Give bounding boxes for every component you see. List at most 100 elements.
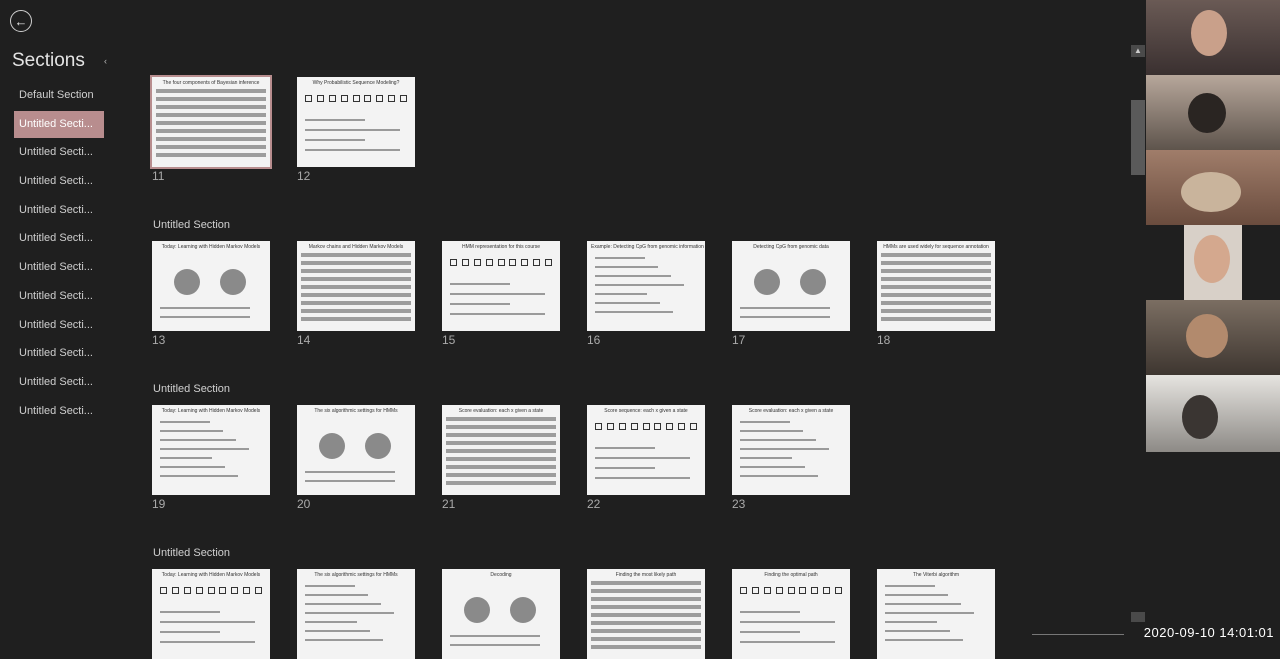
section-list-item[interactable]: Untitled Secti...: [14, 340, 104, 367]
recording-timestamp: 2020-09-10 14:01:01: [1143, 625, 1274, 640]
slide-text-line: [740, 316, 830, 318]
participant-video[interactable]: [1146, 75, 1280, 150]
slide-text-line: [740, 457, 792, 459]
slide-text-line: [740, 475, 818, 477]
slide-text-line: [595, 257, 645, 259]
slide-diagram-circle: [365, 433, 391, 459]
slide-text-line: [160, 421, 210, 423]
slide-diagram-circle: [510, 597, 536, 623]
slide-thumbnail[interactable]: HMMs are used widely for sequence annota…: [877, 241, 995, 331]
diagram-node: [255, 587, 262, 594]
section-list-item[interactable]: Untitled Secti...: [14, 312, 104, 339]
slide-text-line: [160, 316, 250, 318]
participant-video[interactable]: [1146, 300, 1280, 375]
slide-text-block: [881, 253, 991, 257]
zoom-fit-icon[interactable]: [1131, 612, 1145, 622]
slide-thumbnail[interactable]: Example: Detecting CpG from genomic info…: [587, 241, 705, 331]
slide-text-line: [160, 475, 238, 477]
slide-text-block: [881, 301, 991, 305]
back-button[interactable]: ←: [10, 10, 32, 32]
slide-thumbnail[interactable]: Why Probabilistic Sequence Modeling?: [297, 77, 415, 167]
section-list-item[interactable]: Untitled Secti...: [14, 369, 104, 396]
diagram-node: [799, 587, 807, 594]
slide-text-block: [446, 473, 556, 477]
slide-text-line: [595, 311, 673, 313]
slide-thumbnail[interactable]: Today: Learning with Hidden Markov Model…: [152, 405, 270, 495]
section-list-item[interactable]: Untitled Secti...: [14, 225, 104, 252]
slide-thumbnail[interactable]: The six algorithmic settings for HMMs: [297, 405, 415, 495]
slide-thumbnail[interactable]: Today: Learning with Hidden Markov Model…: [152, 241, 270, 331]
section-header[interactable]: Untitled Section: [153, 547, 230, 559]
participant-video[interactable]: [1146, 150, 1280, 225]
slide-thumbnail[interactable]: The Viterbi algorithm: [877, 569, 995, 659]
slide-thumbnail-title: The six algorithmic settings for HMMs: [314, 408, 398, 414]
slide-text-block: [881, 269, 991, 273]
section-list-item[interactable]: Untitled Secti...: [14, 283, 104, 310]
collapse-panel-icon[interactable]: ‹: [104, 56, 107, 66]
participant-video[interactable]: [1146, 375, 1280, 452]
slide-text-line: [305, 129, 400, 131]
section-header[interactable]: Untitled Section: [153, 219, 230, 231]
slide-thumbnail[interactable]: Today: Learning with Hidden Markov Model…: [152, 569, 270, 659]
diagram-node: [461, 259, 469, 266]
diagram-node: [751, 587, 759, 594]
slide-text-line: [595, 266, 658, 268]
slide-thumbnail[interactable]: Detecting CpG from genomic data: [732, 241, 850, 331]
slide-text-block: [156, 145, 266, 149]
section-list-item[interactable]: Untitled Secti...: [14, 168, 104, 195]
slide-diagram-circle: [319, 433, 345, 459]
scroll-up-arrow-icon[interactable]: ▲: [1131, 45, 1145, 57]
diagram-node: [364, 95, 372, 102]
slide-number: 18: [877, 333, 891, 347]
slide-thumbnail[interactable]: HMM representation for this course: [442, 241, 560, 331]
vertical-scrollbar-thumb[interactable]: [1131, 100, 1145, 175]
diagram-node: [231, 587, 239, 594]
slide-text-line: [450, 293, 545, 295]
diagram-node: [618, 423, 626, 430]
section-list-item[interactable]: Untitled Secti...: [14, 110, 104, 138]
section-list-item[interactable]: Untitled Secti...: [14, 398, 104, 425]
section-header[interactable]: Untitled Section: [153, 383, 230, 395]
slide-number: 22: [587, 497, 601, 511]
section-list-item[interactable]: Untitled Secti...: [14, 197, 104, 224]
slide-text-line: [740, 421, 790, 423]
slide-text-line: [450, 283, 510, 285]
slide-text-block: [301, 317, 411, 321]
slide-text-block: [446, 457, 556, 461]
slide-text-line: [595, 457, 690, 459]
slide-text-line: [885, 612, 974, 614]
section-list-item[interactable]: Untitled Secti...: [14, 254, 104, 281]
slide-thumbnail[interactable]: Score sequence: each x given a state: [587, 405, 705, 495]
slide-number: 12: [297, 169, 311, 183]
participant-video[interactable]: [1184, 225, 1242, 300]
slide-diagram-row: [740, 587, 842, 595]
participant-video[interactable]: [1146, 0, 1280, 75]
slide-text-block: [881, 285, 991, 289]
slide-text-line: [740, 430, 803, 432]
slide-sorter-grid: The four components of Bayesian inferenc…: [150, 0, 1050, 659]
slide-text-block: [301, 285, 411, 289]
slide-thumbnail[interactable]: Markov chains and Hidden Markov Models: [297, 241, 415, 331]
section-list-item[interactable]: Default Section: [14, 82, 104, 109]
slide-text-block: [881, 277, 991, 281]
slide-thumbnail-title: The six algorithmic settings for HMMs: [314, 572, 398, 578]
slide-thumbnail[interactable]: Finding the most likely path: [587, 569, 705, 659]
slide-thumbnail-title: Today: Learning with Hidden Markov Model…: [161, 244, 261, 250]
slide-text-block: [591, 629, 701, 633]
diagram-node: [545, 259, 552, 266]
section-list-item[interactable]: Untitled Secti...: [14, 139, 104, 166]
sections-list: Default Section Untitled Secti... Untitled…: [14, 82, 104, 426]
diagram-node: [160, 587, 167, 594]
diagram-node: [316, 95, 324, 102]
zoom-slider[interactable]: [1032, 634, 1124, 635]
diagram-node: [811, 587, 819, 594]
participant-face-icon: [1194, 235, 1230, 283]
slide-text-line: [160, 611, 220, 613]
slide-thumbnail[interactable]: Score evaluation: each x given a state: [442, 405, 560, 495]
slide-text-line: [160, 631, 220, 633]
slide-thumbnail[interactable]: Decoding: [442, 569, 560, 659]
slide-thumbnail[interactable]: The six algorithmic settings for HMMs: [297, 569, 415, 659]
slide-thumbnail[interactable]: Score evaluation: each x given a state: [732, 405, 850, 495]
slide-thumbnail[interactable]: The four components of Bayesian inferenc…: [150, 75, 272, 169]
slide-thumbnail[interactable]: Finding the optimal path: [732, 569, 850, 659]
